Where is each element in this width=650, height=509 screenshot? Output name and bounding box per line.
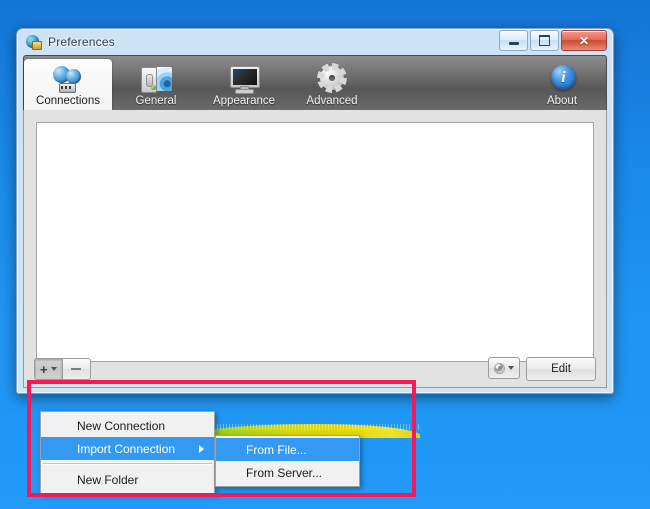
general-icon: [140, 65, 172, 93]
menu-item-label: From Server...: [246, 465, 323, 480]
menu-item-new-connection[interactable]: New Connection: [41, 414, 214, 437]
connections-toolbar: + Edit: [25, 351, 605, 387]
chevron-down-icon: [50, 367, 57, 371]
import-connection-submenu: From File... From Server...: [215, 435, 360, 487]
gear-icon: [494, 362, 505, 374]
tab-connections[interactable]: Connections: [24, 59, 112, 110]
advanced-gear-icon: [316, 65, 348, 93]
tab-advanced[interactable]: Advanced: [288, 59, 376, 110]
menu-separator: [43, 463, 212, 465]
connections-list[interactable]: [36, 122, 594, 362]
window-titlebar: Preferences ✕: [23, 29, 607, 55]
tab-appearance[interactable]: Appearance: [200, 59, 288, 110]
close-button[interactable]: ✕: [561, 30, 607, 51]
toolbar-left-group: +: [34, 358, 91, 380]
settings-menu-button[interactable]: [488, 357, 520, 379]
chevron-right-icon: [199, 444, 204, 453]
remove-connection-button[interactable]: [62, 358, 91, 380]
menu-item-label: New Folder: [77, 472, 139, 487]
tab-strip: Connections General Appearance Advanced …: [23, 55, 607, 110]
connections-panel: + Edit: [23, 110, 607, 388]
tab-appearance-label: Appearance: [212, 95, 276, 107]
add-connection-button[interactable]: +: [34, 358, 63, 380]
tab-about[interactable]: i About: [518, 59, 606, 110]
window-title: Preferences: [48, 35, 115, 49]
maximize-icon: [539, 35, 550, 46]
menu-item-from-server[interactable]: From Server...: [216, 461, 359, 484]
minimize-button[interactable]: [499, 30, 528, 51]
toolbar-right-group: Edit: [488, 357, 596, 381]
tab-general-label: General: [135, 95, 177, 107]
menu-item-new-folder[interactable]: New Folder: [41, 468, 214, 491]
add-context-menu: New Connection Import Connection New Fol…: [40, 411, 215, 494]
about-info-icon: i: [546, 65, 578, 93]
preferences-window: Preferences ✕ Connections General Appear…: [16, 28, 614, 394]
tab-advanced-label: Advanced: [306, 95, 358, 107]
connections-icon: [52, 65, 84, 93]
chevron-down-icon: [508, 366, 514, 370]
menu-item-label: New Connection: [77, 418, 166, 433]
minus-icon: [71, 368, 82, 370]
globe-lock-icon: [26, 34, 42, 50]
tab-general[interactable]: General: [112, 59, 200, 110]
tab-connections-label: Connections: [36, 95, 100, 107]
plus-icon: +: [40, 361, 48, 377]
menu-item-from-file[interactable]: From File...: [216, 438, 359, 461]
close-icon: ✕: [578, 33, 590, 48]
edit-button[interactable]: Edit: [526, 357, 596, 381]
menu-item-label: From File...: [246, 442, 307, 457]
appearance-icon: [228, 65, 260, 94]
minimize-icon: [508, 41, 519, 45]
tab-about-label: About: [546, 95, 578, 107]
menu-item-import-connection[interactable]: Import Connection: [41, 437, 214, 460]
window-controls: ✕: [497, 30, 607, 51]
menu-item-label: Import Connection: [77, 441, 176, 456]
maximize-button[interactable]: [530, 30, 559, 51]
